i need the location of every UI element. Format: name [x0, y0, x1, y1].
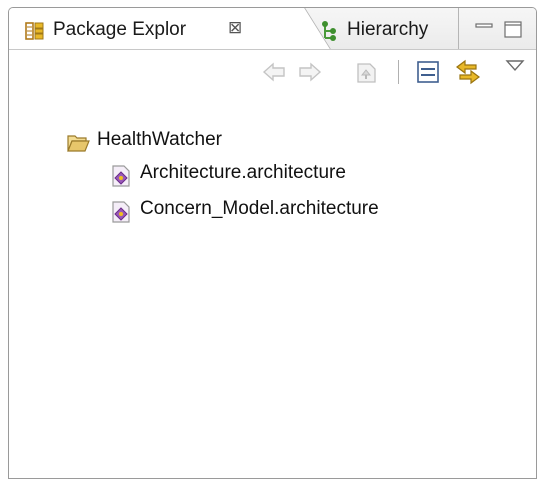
package-explorer-view: Package Explor ⊠ Hierarchy HealthWatcher…: [8, 7, 537, 479]
forward-icon[interactable]: [296, 58, 324, 86]
back-icon[interactable]: [260, 58, 288, 86]
view-toolbar: [9, 50, 536, 96]
minimize-icon[interactable]: [474, 20, 496, 38]
project-label: HealthWatcher: [97, 129, 222, 150]
tab-package-explorer-label: Package Explor: [53, 19, 187, 40]
file-label: Concern_Model.architecture: [140, 198, 379, 219]
close-tab-icon[interactable]: ⊠: [228, 18, 242, 38]
link-with-editor-icon[interactable]: [454, 58, 482, 86]
architecture-file-icon: [112, 165, 130, 187]
open-folder-icon: [67, 135, 90, 152]
view-menu-icon[interactable]: [502, 54, 530, 82]
tab-hierarchy[interactable]: Hierarchy: [314, 8, 459, 49]
file-label: Architecture.architecture: [140, 162, 346, 183]
hierarchy-icon: [322, 21, 336, 41]
maximize-icon[interactable]: [503, 20, 525, 40]
up-icon[interactable]: [353, 58, 381, 86]
tab-hierarchy-label: Hierarchy: [347, 19, 429, 40]
view-tab-bar: Package Explor ⊠ Hierarchy: [9, 8, 536, 50]
tab-package-explorer[interactable]: Package Explor ⊠: [9, 8, 294, 49]
architecture-file-icon: [112, 201, 130, 223]
toolbar-separator: [398, 60, 399, 84]
collapse-all-icon[interactable]: [414, 58, 442, 86]
package-explorer-icon: [25, 22, 44, 40]
